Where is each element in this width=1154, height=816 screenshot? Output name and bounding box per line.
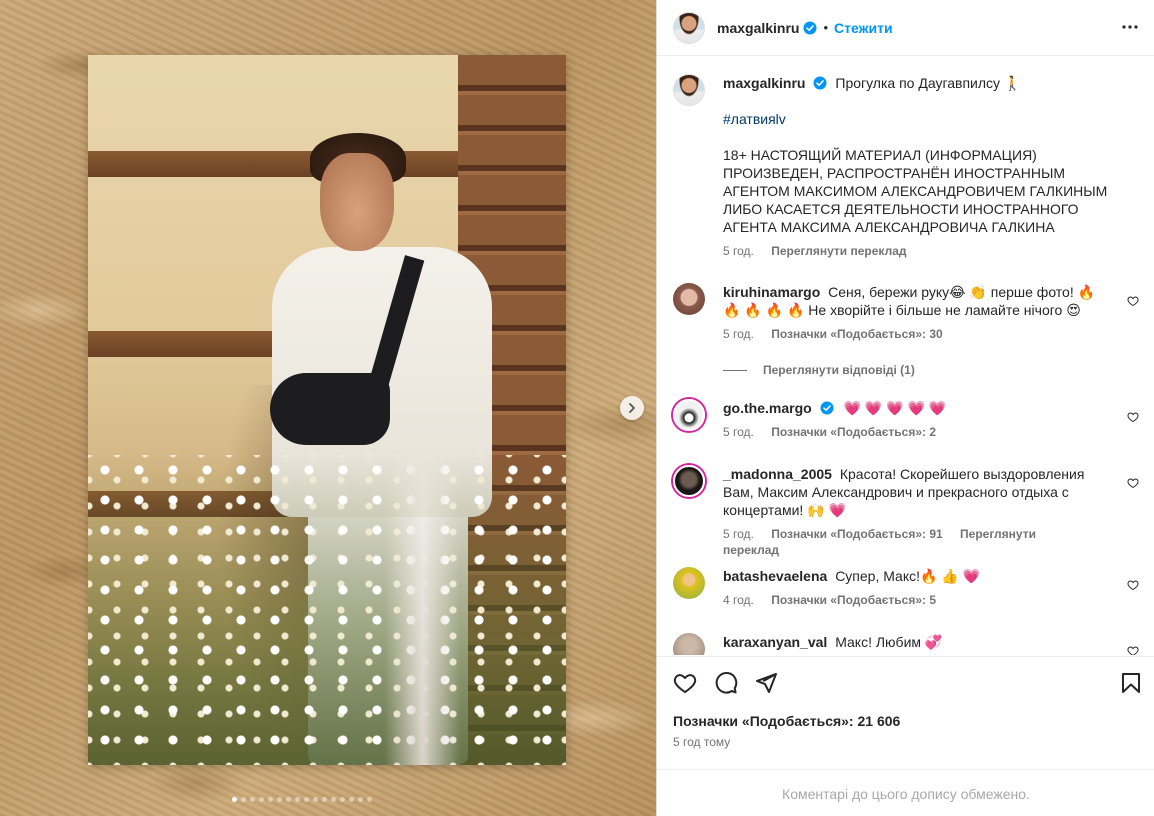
- comment-bubble-icon[interactable]: [714, 671, 738, 698]
- caption-username[interactable]: maxgalkinru: [723, 75, 805, 91]
- carousel-dot: [232, 797, 237, 802]
- photo-face: [320, 153, 394, 251]
- avatar[interactable]: [673, 567, 705, 599]
- caption-text: Прогулка по Даугавпилсу 🚶: [835, 75, 1022, 91]
- like-comment-heart-icon[interactable]: [1127, 295, 1139, 310]
- comment-text: Макс! Любим 💞: [835, 634, 943, 650]
- comments-limited-text: Коментарі до цього допису обмежено.: [782, 785, 1030, 802]
- like-comment-heart-icon[interactable]: [1127, 411, 1139, 426]
- carousel-dot: [313, 797, 318, 802]
- comments-list[interactable]: maxgalkinru Прогулка по Даугавпилсу 🚶 #л…: [657, 57, 1154, 655]
- verified-badge-icon: [813, 76, 827, 90]
- carousel-dot: [304, 797, 309, 802]
- carousel-dot: [367, 797, 372, 802]
- photo-arm-sling: [270, 373, 390, 445]
- comment-username[interactable]: go.the.margo: [723, 400, 812, 416]
- comment-likes[interactable]: Позначки «Подобається»: 30: [771, 327, 942, 341]
- avatar[interactable]: [673, 465, 705, 497]
- comment-username[interactable]: karaxanyan_val: [723, 634, 827, 650]
- post-timestamp[interactable]: 5 год тому: [673, 735, 730, 749]
- carousel-dot: [349, 797, 354, 802]
- carousel-dot: [277, 797, 282, 802]
- header-separator: •: [823, 20, 829, 35]
- verified-badge-icon: [803, 21, 817, 35]
- comment-text: Супер, Макс!🔥 👍 💗: [835, 568, 981, 584]
- replies-line: [723, 369, 747, 371]
- view-replies-label: Переглянути відповіді (1): [763, 363, 915, 377]
- carousel-dot: [331, 797, 336, 802]
- comment-likes[interactable]: Позначки «Подобається»: 91: [771, 527, 942, 541]
- post-photo[interactable]: [88, 55, 566, 765]
- like-comment-heart-icon[interactable]: [1127, 645, 1139, 655]
- post-media-area: [0, 0, 656, 816]
- comment-time: 5 год.: [723, 527, 754, 541]
- caption-notice: 18+ НАСТОЯЩИЙ МАТЕРИАЛ (ИНФОРМАЦИЯ) ПРОИ…: [723, 147, 1108, 235]
- carousel-dot: [241, 797, 246, 802]
- avatar[interactable]: [673, 283, 705, 315]
- share-send-icon[interactable]: [754, 671, 778, 698]
- comment-likes[interactable]: Позначки «Подобається»: 2: [771, 425, 936, 439]
- like-comment-heart-icon[interactable]: [1127, 477, 1139, 492]
- avatar[interactable]: [673, 11, 705, 44]
- comment-username[interactable]: _madonna_2005: [723, 466, 832, 482]
- post-likes-count[interactable]: Позначки «Подобається»: 21 606: [673, 713, 900, 729]
- carousel-dot: [322, 797, 327, 802]
- comment-likes[interactable]: Позначки «Подобається»: 5: [771, 593, 936, 607]
- save-bookmark-icon[interactable]: [1119, 671, 1143, 698]
- carousel-indicator: [232, 797, 372, 802]
- next-slide-button[interactable]: [620, 396, 644, 420]
- comment-text: 💗 💗 💗 💗 💗: [843, 400, 947, 416]
- carousel-dot: [295, 797, 300, 802]
- carousel-dot: [259, 797, 264, 802]
- post-header: maxgalkinru • Стежити: [657, 0, 1154, 56]
- avatar[interactable]: [673, 399, 705, 431]
- view-replies-button[interactable]: Переглянути відповіді (1): [723, 363, 915, 377]
- carousel-dot: [250, 797, 255, 802]
- follow-button[interactable]: Стежити: [834, 20, 893, 36]
- avatar[interactable]: [673, 74, 705, 106]
- see-translation-link[interactable]: Переглянути переклад: [771, 244, 906, 258]
- comment-username[interactable]: batashevaelena: [723, 568, 827, 584]
- carousel-dot: [358, 797, 363, 802]
- comment-time: 4 год.: [723, 593, 754, 607]
- caption-time: 5 год.: [723, 244, 754, 258]
- more-options-icon[interactable]: [1121, 18, 1139, 39]
- carousel-dot: [286, 797, 291, 802]
- comment-time: 5 год.: [723, 425, 754, 439]
- post-side-panel: maxgalkinru • Стежити maxgalkinru Прогул…: [656, 0, 1154, 816]
- chevron-right-icon: [629, 403, 635, 413]
- photo-daisies: [88, 455, 566, 765]
- post-actions: Позначки «Подобається»: 21 606 5 год том…: [657, 656, 1154, 816]
- comment-username[interactable]: kiruhinamargo: [723, 284, 820, 300]
- comments-limited-notice: Коментарі до цього допису обмежено.: [657, 769, 1154, 816]
- carousel-dot: [340, 797, 345, 802]
- caption-hashtag[interactable]: #латвияlv: [723, 111, 786, 127]
- like-heart-icon[interactable]: [673, 671, 697, 698]
- author-username[interactable]: maxgalkinru: [717, 20, 799, 36]
- carousel-dot: [268, 797, 273, 802]
- avatar[interactable]: [673, 633, 705, 655]
- verified-badge-icon: [820, 401, 834, 415]
- comment-time: 5 год.: [723, 327, 754, 341]
- like-comment-heart-icon[interactable]: [1127, 579, 1139, 594]
